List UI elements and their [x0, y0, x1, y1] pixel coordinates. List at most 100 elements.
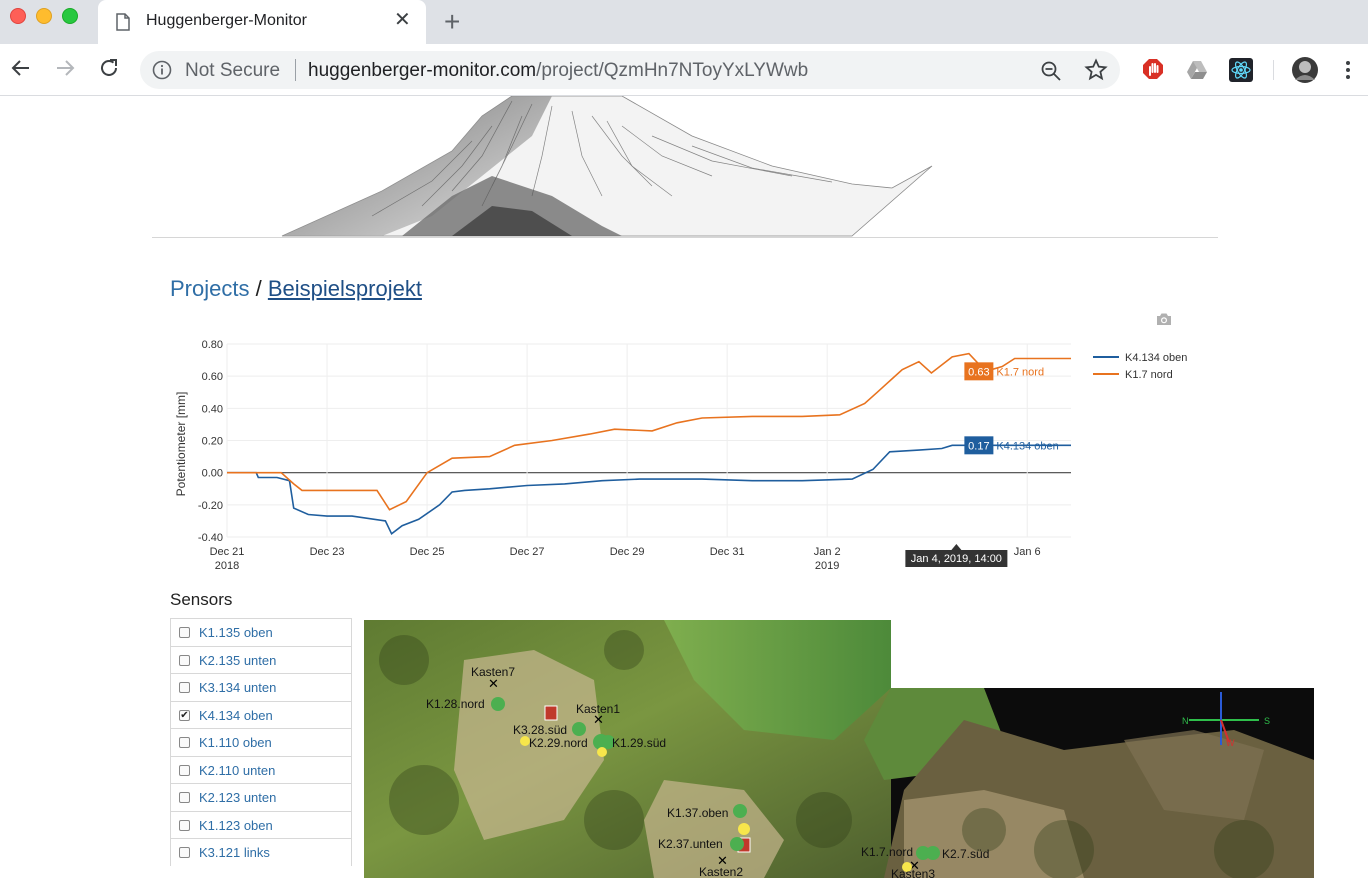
new-tab-button[interactable]: +	[444, 6, 460, 38]
sensor-checkbox[interactable]: ✔	[179, 709, 190, 721]
adblock-extension-icon[interactable]	[1142, 58, 1164, 82]
map-box-marker[interactable]	[544, 705, 558, 721]
window-minimize-button[interactable]	[36, 8, 52, 24]
mountain-banner	[152, 96, 1218, 238]
security-label: Not Secure	[185, 60, 281, 81]
x-tick-label: Dec 21	[210, 546, 245, 558]
chart-series	[227, 352, 1071, 536]
y-tick-label: -0.20	[198, 500, 223, 512]
zoom-out-icon[interactable]	[1040, 60, 1062, 82]
y-tick-label: 0.20	[202, 436, 223, 448]
window-maximize-button[interactable]	[62, 8, 78, 24]
drive-extension-icon[interactable]	[1186, 60, 1208, 80]
sensor-label[interactable]: K4.134 oben	[199, 708, 273, 723]
url-domain: huggenberger-monitor.com	[308, 60, 537, 81]
compass-south-label: S	[1264, 716, 1270, 726]
tab-close-icon[interactable]: ✕	[394, 10, 411, 30]
url-path: /project/QzmHn7NToyYxLYWwb	[536, 60, 809, 81]
sensor-item[interactable]: K1.135 oben	[170, 618, 352, 646]
sensor-checkbox[interactable]	[179, 819, 190, 831]
sensor-item[interactable]: ✔ K4.134 oben	[170, 700, 352, 728]
back-arrow-icon[interactable]	[10, 57, 32, 79]
browser-toolbar: Not Secure huggenberger-monitor.com/proj…	[0, 44, 1368, 96]
map-label: K2.29.nord	[529, 736, 588, 750]
map-sensor-dot[interactable]	[597, 747, 607, 757]
breadcrumb: Projects / Beispielsprojekt	[170, 276, 422, 302]
sensor-item[interactable]: K1.123 oben	[170, 810, 352, 838]
sensor-item[interactable]: K2.110 unten	[170, 755, 352, 783]
browser-tab[interactable]: Huggenberger-Monitor ✕	[98, 0, 426, 44]
toolbar-divider	[1273, 60, 1274, 80]
breadcrumb-current-project[interactable]: Beispielsprojekt	[268, 276, 422, 301]
address-bar[interactable]: Not Secure huggenberger-monitor.com/proj…	[140, 51, 1120, 89]
hover-x-label: Jan 4, 2019, 14:00	[911, 553, 1002, 565]
map-label: K1.28.nord	[426, 697, 485, 711]
hover-series-name: K1.7 nord	[996, 366, 1044, 378]
camera-icon[interactable]	[1156, 312, 1172, 326]
sensor-checkbox[interactable]	[179, 627, 190, 638]
x-tick-label: Dec 23	[310, 546, 345, 558]
sensor-item[interactable]: K1.110 oben	[170, 728, 352, 756]
x-tick-label: Dec 29	[610, 546, 645, 558]
mountain-illustration	[281, 96, 933, 237]
sensor-checkbox[interactable]	[179, 764, 190, 776]
sensor-list: K1.135 oben K2.135 unten K3.134 unten ✔ K4.1…	[170, 618, 352, 866]
sensor-checkbox[interactable]	[179, 682, 190, 693]
reload-icon[interactable]	[98, 57, 120, 79]
hover-value: 0.63	[968, 366, 989, 378]
breadcrumb-separator: /	[255, 276, 262, 301]
forward-arrow-icon[interactable]	[54, 57, 76, 79]
more-menu-icon[interactable]	[1344, 60, 1352, 80]
breadcrumb-projects-link[interactable]: Projects	[170, 276, 249, 301]
series-line-0	[227, 444, 1071, 536]
map-sensor-dot[interactable]	[733, 804, 747, 818]
sensor-item[interactable]: K2.123 unten	[170, 783, 352, 811]
y-axis-label: Potentiometer [mm]	[174, 392, 188, 497]
site-map[interactable]: N S W ✕ ✕ ✕ ✕ Kasten7 K1.28.nord Kasten1 K3…	[364, 620, 1314, 878]
x-tick-label: Dec 31	[710, 546, 745, 558]
y-tick-label: 0.60	[202, 371, 223, 383]
sensor-checkbox[interactable]	[179, 847, 190, 858]
sensor-checkbox[interactable]	[179, 737, 190, 748]
x-tick-label: Dec 25	[410, 546, 445, 558]
window-close-button[interactable]	[10, 8, 26, 24]
info-icon[interactable]	[152, 60, 172, 80]
sensor-checkbox[interactable]	[179, 792, 190, 803]
profile-avatar[interactable]	[1291, 56, 1319, 84]
sensor-label[interactable]: K3.134 unten	[199, 680, 276, 695]
chart-hover: 0.17 K4.134 oben 0.63 K1.7 nord Jan 4, 2019,…	[905, 362, 1059, 567]
chart-legend: K4.134 oben K1.7 nord	[1093, 352, 1187, 381]
hover-x-pointer	[951, 544, 962, 550]
react-devtools-icon[interactable]	[1229, 58, 1253, 82]
map-sensor-dot[interactable]	[491, 697, 505, 711]
sensor-label[interactable]: K1.123 oben	[199, 818, 273, 833]
map-label: K3.28.süd	[513, 723, 567, 737]
sensor-item[interactable]: K3.121 links	[170, 838, 352, 866]
map-sensor-dot[interactable]	[738, 823, 750, 835]
bookmark-star-icon[interactable]	[1084, 58, 1108, 82]
sensor-label[interactable]: K2.123 unten	[199, 790, 276, 805]
sensor-label[interactable]: K2.110 unten	[199, 763, 275, 778]
map-label: K1.37.oben	[667, 806, 728, 820]
map-sensor-dot[interactable]	[926, 846, 940, 860]
map-sensor-dot[interactable]	[730, 837, 744, 851]
sensor-label[interactable]: K3.121 links	[199, 845, 270, 860]
map-label: K2.7.süd	[942, 847, 989, 861]
x-tick-year-label: 2018	[215, 560, 239, 572]
y-tick-label: 0.80	[202, 339, 223, 351]
sensor-label[interactable]: K1.135 oben	[199, 625, 273, 640]
x-tick-label: Jan 2	[814, 546, 841, 558]
sensor-label[interactable]: K2.135 unten	[199, 653, 276, 668]
legend-label-0: K4.134 oben	[1125, 352, 1187, 364]
map-label: Kasten7	[471, 665, 515, 679]
sensor-checkbox[interactable]	[179, 654, 190, 666]
series-line-1	[227, 352, 1071, 511]
sensor-label[interactable]: K1.110 oben	[199, 735, 272, 750]
sensors-heading: Sensors	[170, 590, 233, 609]
map-label: Kasten2	[699, 865, 743, 878]
map-sensor-dot[interactable]	[572, 722, 586, 736]
x-tick-year-label: 2019	[815, 560, 839, 572]
sensor-item[interactable]: K2.135 unten	[170, 645, 352, 673]
map-label: K1.7.nord	[861, 845, 913, 859]
sensor-item[interactable]: K3.134 unten	[170, 673, 352, 701]
